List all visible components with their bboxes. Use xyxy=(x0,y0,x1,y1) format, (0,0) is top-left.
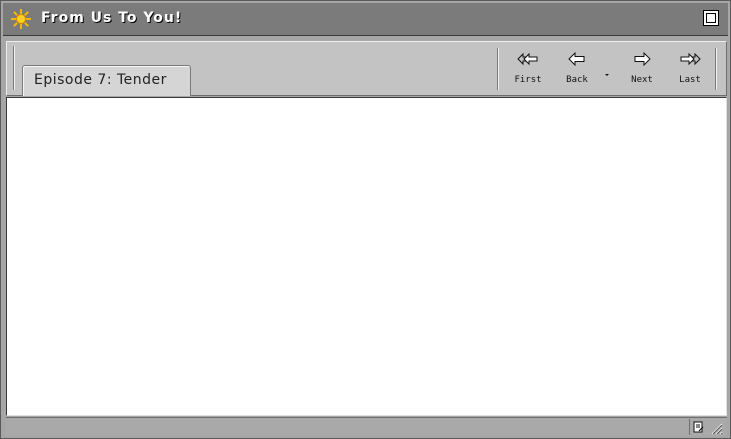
status-bar xyxy=(6,417,727,436)
tab-label: Episode 7: Tender xyxy=(34,72,167,88)
toolbar-grip xyxy=(13,46,15,90)
document-icon[interactable] xyxy=(689,419,705,435)
zoom-box-inner xyxy=(706,13,716,23)
content-area[interactable] xyxy=(6,97,727,416)
last-button[interactable]: Last xyxy=(668,50,712,90)
dropdown-arrow-icon[interactable] xyxy=(603,63,611,76)
back-arrow-icon xyxy=(568,52,585,66)
zoom-box-icon[interactable] xyxy=(703,10,719,26)
tab-episode[interactable]: Episode 7: Tender xyxy=(22,65,191,96)
back-label: Back xyxy=(566,75,588,85)
sun-icon xyxy=(11,9,31,29)
title-bar[interactable]: From Us To You! xyxy=(3,3,728,36)
first-button[interactable]: First xyxy=(506,50,550,90)
nav-end-separator xyxy=(715,48,717,90)
nav-separator xyxy=(497,48,499,90)
first-arrow-icon xyxy=(517,52,538,66)
last-arrow-icon xyxy=(680,52,701,66)
last-label: Last xyxy=(679,75,701,85)
toolbar: Episode 7: Tender First Back Next Last xyxy=(6,41,727,96)
resize-grip-icon[interactable] xyxy=(709,420,723,435)
next-arrow-icon xyxy=(634,52,651,66)
first-label: First xyxy=(514,75,542,85)
next-button[interactable]: Next xyxy=(620,50,664,90)
next-label: Next xyxy=(631,75,653,85)
back-button[interactable]: Back xyxy=(555,50,599,90)
app-window: From Us To You! Episode 7: Tender First … xyxy=(0,0,731,439)
window-title: From Us To You! xyxy=(41,10,183,26)
